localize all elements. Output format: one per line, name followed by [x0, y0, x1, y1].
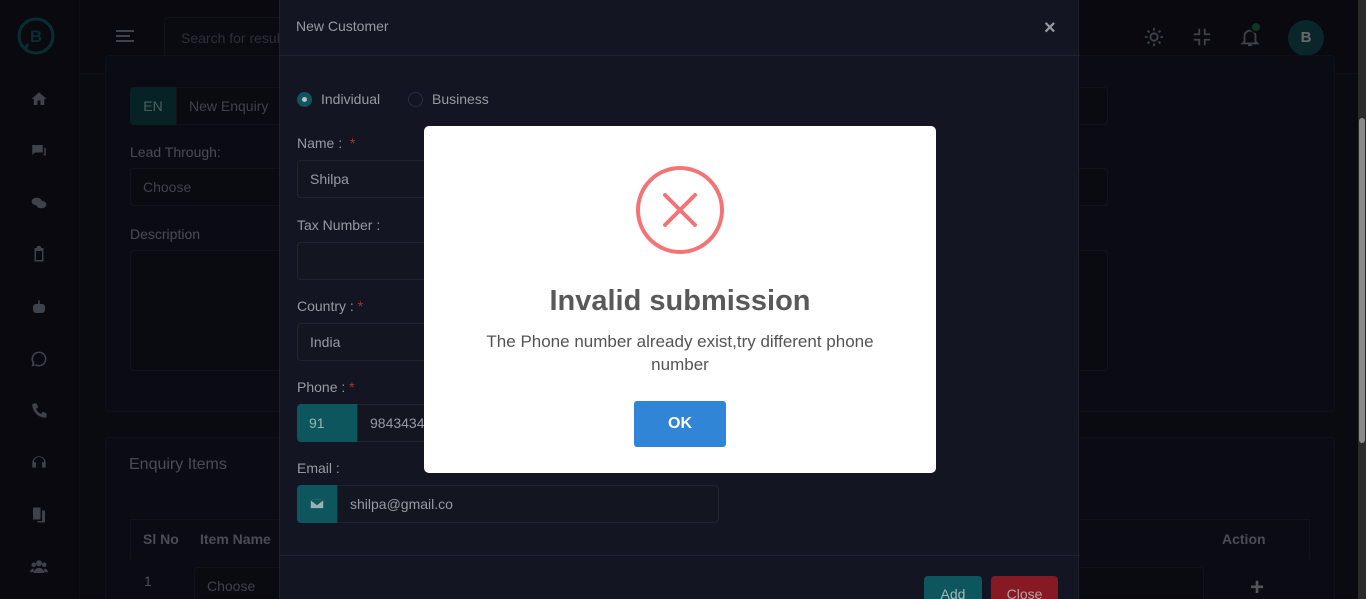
ok-button[interactable]: OK [634, 401, 726, 447]
page-scrollbar[interactable] [1358, 0, 1366, 599]
error-x-icon [636, 166, 724, 254]
alert-message: The Phone number already exist,try diffe… [486, 332, 874, 374]
scrollbar-thumb[interactable] [1359, 118, 1365, 443]
alert-title: Invalid submission [549, 285, 811, 317]
error-alert-dialog: Invalid submission The Phone number alre… [424, 126, 936, 473]
